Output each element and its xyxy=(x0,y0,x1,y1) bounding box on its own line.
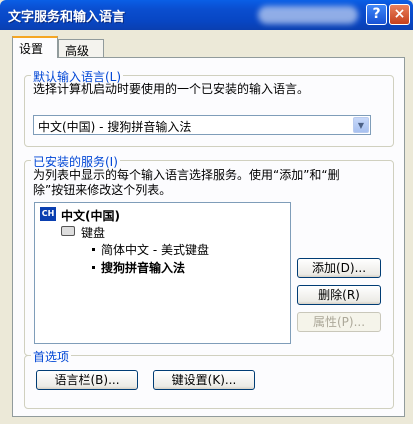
add-button[interactable]: 添加(D)... xyxy=(297,258,381,278)
services-list[interactable]: CH 中文(中国) 键盘 简体中文 - 美式键盘 搜狗拼音输入法 xyxy=(34,202,291,344)
close-button[interactable]: × xyxy=(389,4,410,25)
keyboard-icon xyxy=(61,226,75,236)
key-settings-button[interactable]: 键设置(K)... xyxy=(153,370,255,390)
bullet-icon xyxy=(92,248,95,251)
default-language-value: 中文(中国) - 搜狗拼音输入法 xyxy=(38,120,192,134)
window-title: 文字服务和输入语言 xyxy=(8,10,126,25)
installed-services-description-line1: 为列表中显示的每个输入语言选择服务。使用“添加”和“删 xyxy=(33,168,340,182)
help-button[interactable]: ? xyxy=(366,4,387,25)
language-bar-button[interactable]: 语言栏(B)... xyxy=(36,370,138,390)
installed-services-description-line2: 除”按钮来修改这个列表。 xyxy=(33,183,172,197)
title-bar[interactable]: 文字服务和输入语言 ? × xyxy=(0,0,413,30)
chevron-down-icon[interactable]: ▼ xyxy=(353,117,369,133)
list-item[interactable]: 简体中文 - 美式键盘 xyxy=(101,241,209,258)
list-item-language[interactable]: 中文(中国) xyxy=(61,207,120,224)
preferences-group-title: 首选项 xyxy=(31,348,72,365)
list-item[interactable]: 搜狗拼音输入法 xyxy=(101,259,185,276)
remove-button[interactable]: 删除(R) xyxy=(297,285,381,305)
blurred-region xyxy=(258,6,358,24)
bullet-icon xyxy=(92,266,95,269)
list-item-category[interactable]: 键盘 xyxy=(81,224,105,241)
properties-button[interactable]: 属性(P)... xyxy=(297,312,381,332)
default-language-select[interactable]: 中文(中国) - 搜狗拼音输入法 ▼ xyxy=(33,115,371,135)
tab-settings[interactable]: 设置 xyxy=(12,36,58,58)
tab-advanced[interactable]: 高级 xyxy=(58,39,104,59)
default-language-description: 选择计算机启动时要使用的一个已安装的输入语言。 xyxy=(33,82,310,96)
language-badge-icon: CH xyxy=(40,207,56,221)
